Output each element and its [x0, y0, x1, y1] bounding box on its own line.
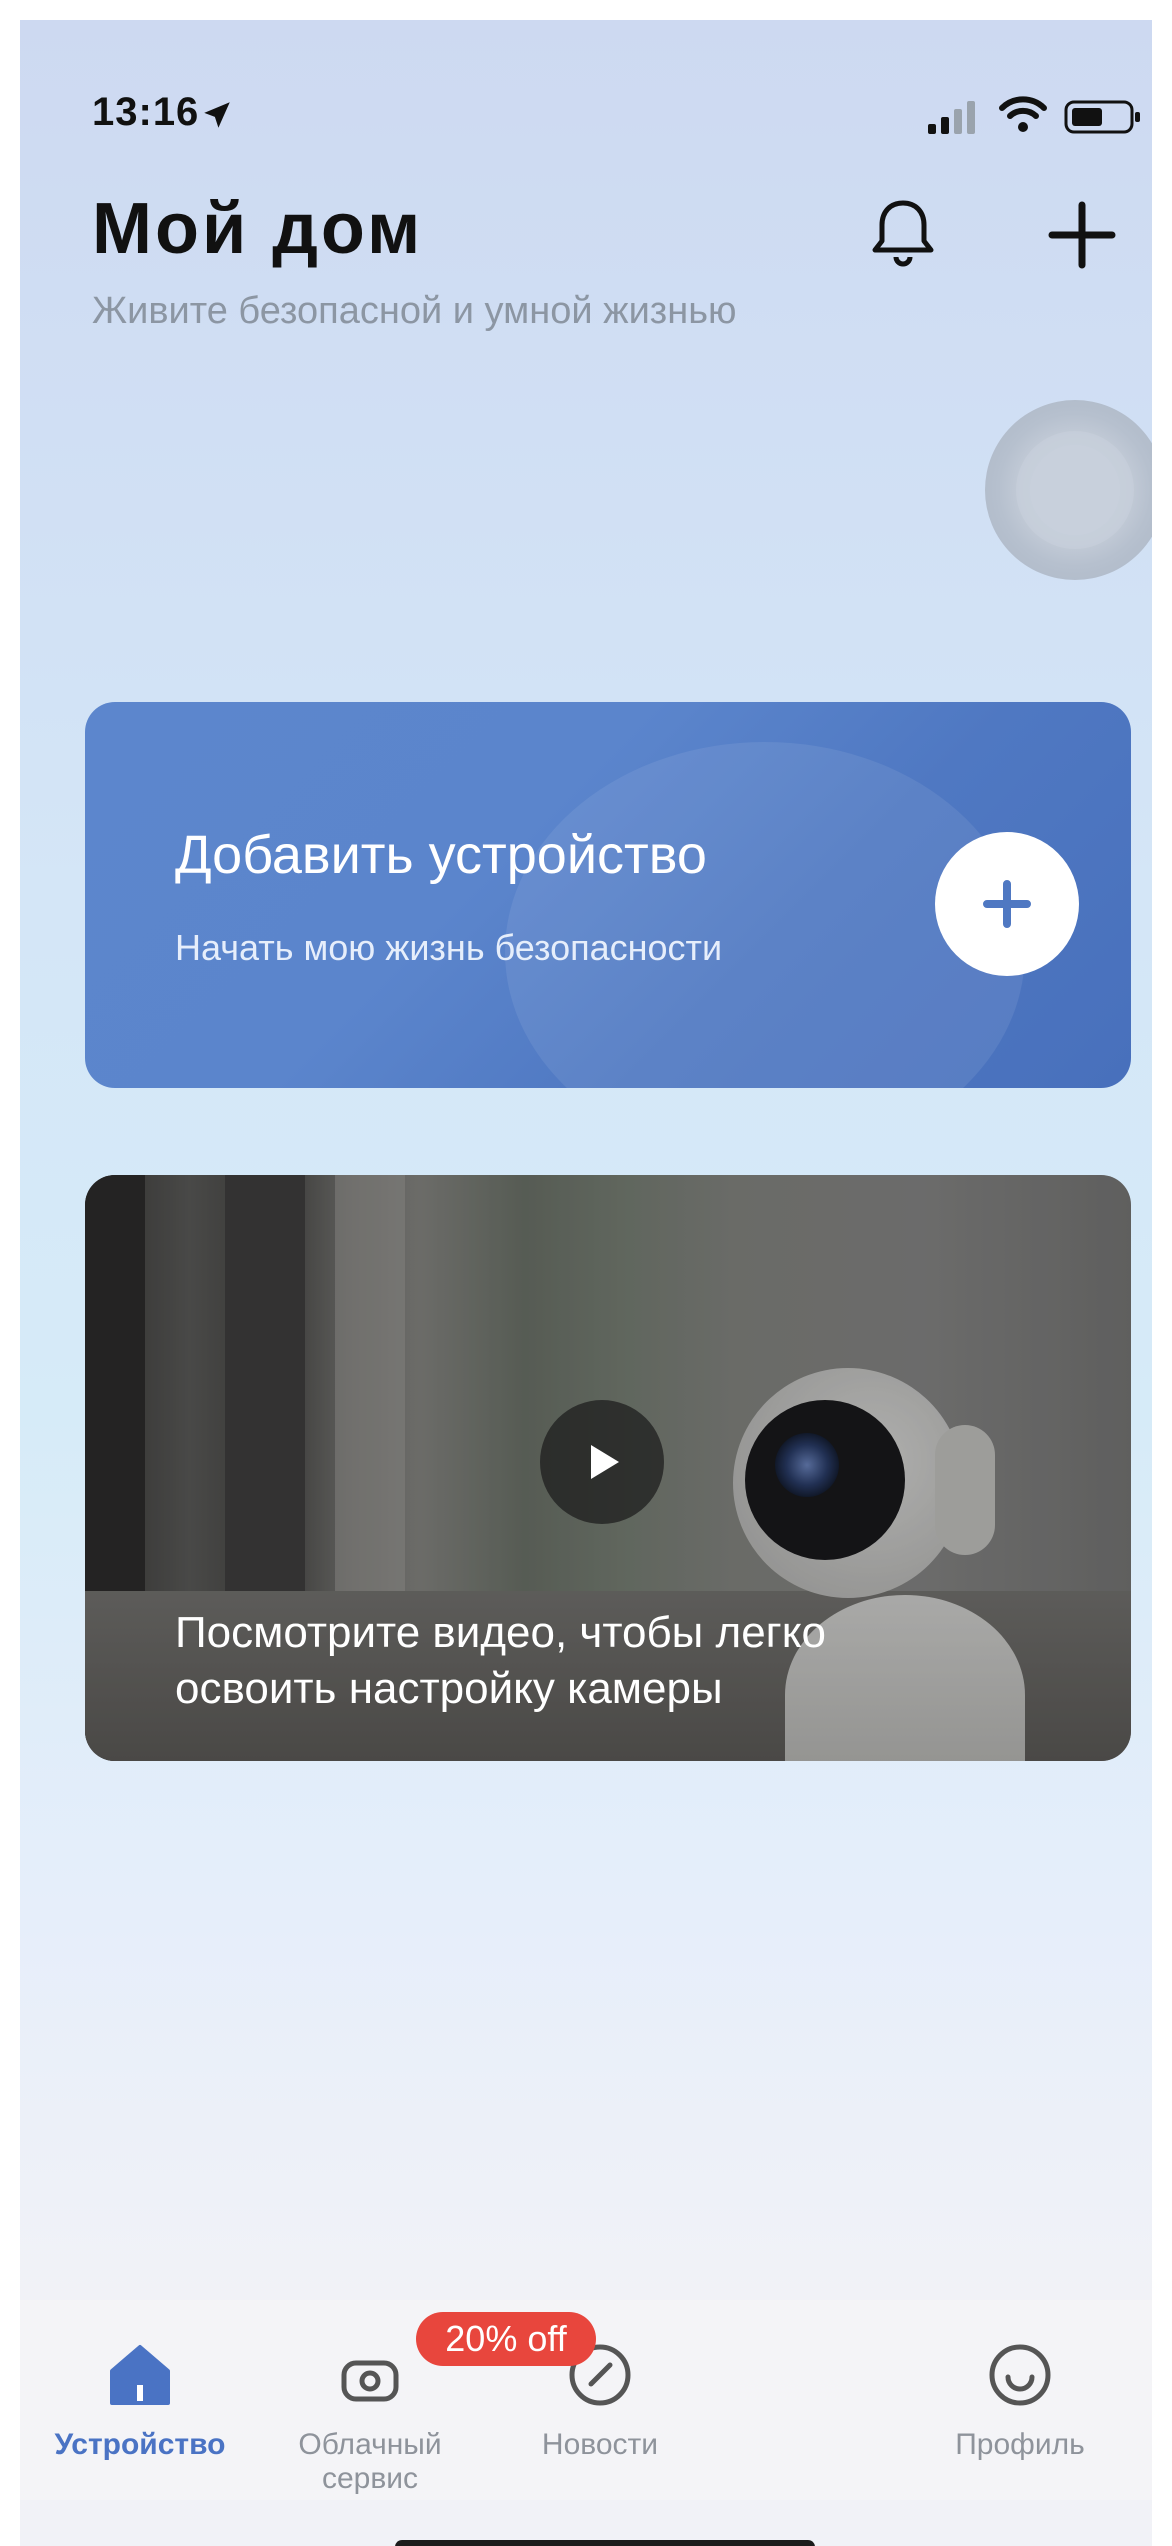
- video-caption: Посмотрите видео, чтобы легко освоить на…: [175, 1608, 826, 1713]
- add-device-subtitle: Начать мою жизнь безопасности: [175, 927, 723, 968]
- add-device-card[interactable]: Добавить устройство Начать мою жизнь без…: [85, 702, 1131, 1088]
- bell-icon: [872, 200, 934, 267]
- tab-profile[interactable]: Профиль: [910, 2340, 1130, 2462]
- signal-icon: [928, 101, 975, 134]
- promo-badge: 20% off: [416, 2312, 596, 2366]
- battery-icon: [1064, 100, 1140, 134]
- status-time: 13:16: [92, 90, 200, 134]
- tab-label: Новости: [541, 2428, 659, 2461]
- add-button[interactable]: [1032, 190, 1132, 280]
- page-title: Мой дом: [92, 189, 424, 269]
- notifications-button[interactable]: [858, 190, 948, 280]
- add-device-button[interactable]: [935, 832, 1079, 976]
- cloud-camera-icon: [341, 2360, 399, 2402]
- plus-icon: [983, 880, 1031, 928]
- play-button[interactable]: [540, 1400, 664, 1524]
- tutorial-video-card[interactable]: Посмотрите видео, чтобы легко освоить на…: [85, 1175, 1131, 1761]
- tab-devices[interactable]: Устройство: [30, 2340, 250, 2462]
- add-device-title: Добавить устройство: [175, 825, 707, 885]
- home-indicator: [395, 2540, 815, 2546]
- smile-icon: [989, 2344, 1051, 2406]
- floating-assistant-button[interactable]: [985, 400, 1152, 580]
- app-screen: 13:16 Мой дом Живите безопасной и умной …: [20, 20, 1152, 2546]
- wifi-icon: [999, 96, 1047, 132]
- tab-label: Профиль: [955, 2428, 1085, 2461]
- plus-icon: [1048, 201, 1116, 269]
- location-arrow-icon: [204, 102, 230, 128]
- play-icon: [591, 1445, 619, 1479]
- tab-label: Устройство: [54, 2428, 226, 2461]
- home-icon: [110, 2345, 170, 2405]
- page-subtitle: Живите безопасной и умной жизнью: [92, 290, 737, 332]
- tab-label: Облачный сервис: [298, 2428, 442, 2495]
